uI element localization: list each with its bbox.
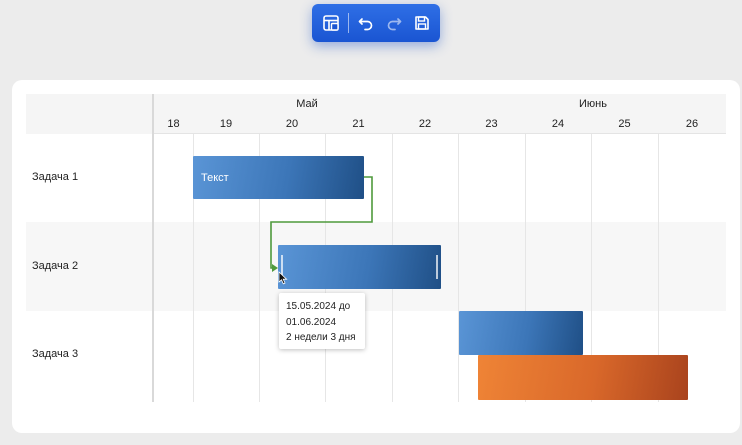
task-label-1: Задача 1: [32, 171, 79, 183]
task-label-3: Задача 3: [32, 348, 79, 360]
undo-button[interactable]: [353, 10, 379, 36]
day-cell: 25: [618, 118, 631, 130]
day-cell: 22: [418, 118, 432, 130]
task-bar-2[interactable]: [278, 245, 441, 289]
resize-handle-right[interactable]: [436, 255, 438, 279]
day-cell: 26: [685, 118, 699, 130]
save-button[interactable]: [409, 10, 435, 36]
task-label-2: Задача 2: [32, 260, 79, 272]
month-may: Май: [296, 98, 318, 110]
mouse-cursor-icon: [278, 271, 288, 285]
duration-tooltip: 15.05.2024 до 01.06.2024 2 недели 3 дня: [279, 293, 365, 349]
month-june: Июнь: [579, 98, 607, 110]
layout-icon: [323, 15, 339, 31]
save-icon: [415, 16, 429, 30]
month-header: Май Июнь: [154, 94, 726, 114]
task-bar-3[interactable]: [459, 311, 583, 355]
grid-line: [458, 134, 459, 402]
day-cell: 19: [219, 118, 233, 130]
redo-button[interactable]: [381, 10, 407, 36]
redo-icon: [387, 18, 402, 31]
day-cell: 18: [167, 118, 180, 130]
toolbar-separator: [348, 13, 349, 33]
toolbar: [312, 4, 440, 42]
task-bar-label: Текст: [201, 172, 229, 184]
tooltip-duration: 2 недели 3 дня: [286, 332, 356, 343]
undo-icon: [358, 18, 373, 31]
tooltip-start-date: 15.05.2024 до: [286, 301, 351, 312]
task-bar-1[interactable]: Текст: [193, 156, 364, 199]
task-list: Задача 1 Задача 2 Задача 3: [26, 94, 153, 402]
day-cell: 23: [485, 118, 498, 130]
day-header: 18 19 20 21 22 23 24 25 26: [154, 114, 726, 134]
day-cell: 21: [352, 118, 365, 130]
task-list-header: [26, 94, 153, 134]
tooltip-end-date: 01.06.2024: [286, 316, 337, 328]
day-cell: 20: [285, 118, 299, 130]
day-cell: 24: [551, 118, 565, 130]
task-bar-3-secondary[interactable]: [478, 355, 688, 400]
layout-button[interactable]: [318, 10, 344, 36]
